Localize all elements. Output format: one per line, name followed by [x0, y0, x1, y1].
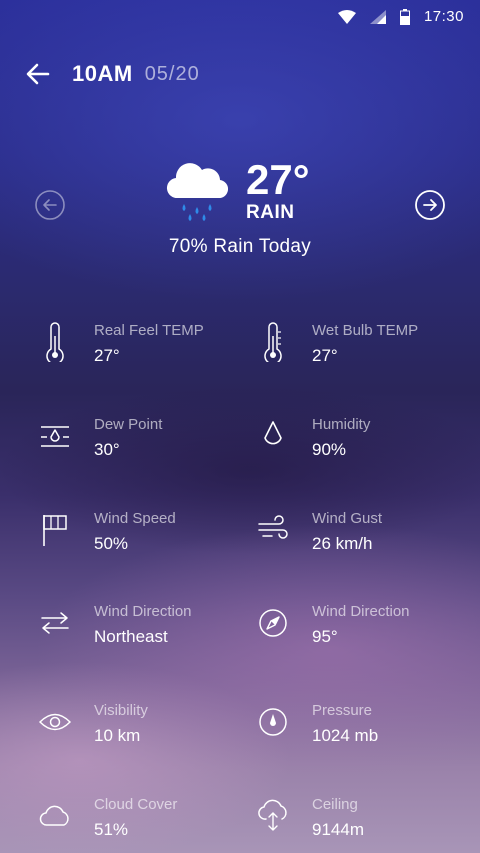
arrow-right-circle-icon	[415, 190, 445, 220]
detail-label: Cloud Cover	[94, 796, 178, 813]
detail-value: 1024 mb	[312, 726, 379, 745]
detail-value: 9144m	[312, 820, 364, 839]
eye-icon	[38, 700, 72, 744]
detail-label: Wind Direction	[312, 603, 410, 620]
detail-label: Dew Point	[94, 416, 163, 433]
detail-wind-speed: Wind Speed 50%	[38, 504, 258, 564]
current-temperature: 27°	[246, 156, 310, 203]
detail-wind-gust: Wind Gust 26 km/h	[256, 504, 476, 564]
detail-dew-point: Dew Point 30°	[38, 410, 258, 470]
detail-value: 30°	[94, 440, 120, 459]
detail-label: Wind Gust	[312, 510, 383, 527]
detail-wind-direction-text: Wind Direction Northeast	[38, 597, 258, 657]
detail-ceiling: Ceiling 9144m	[256, 790, 476, 850]
detail-cloud-cover: Cloud Cover 51%	[38, 790, 258, 850]
detail-label: Wet Bulb TEMP	[312, 322, 419, 339]
detail-value: 27°	[312, 346, 338, 365]
detail-pressure: Pressure 1024 mb	[256, 696, 476, 756]
detail-humidity: Humidity 90%	[256, 410, 476, 470]
cell-signal-icon	[369, 9, 386, 24]
thermometer-icon	[38, 320, 72, 364]
wifi-icon	[337, 9, 356, 24]
droplet-icon	[256, 414, 290, 458]
dew-point-icon	[38, 414, 72, 458]
detail-value: 95°	[312, 627, 338, 646]
pressure-icon	[256, 700, 290, 744]
detail-label: Humidity	[312, 416, 371, 433]
detail-label: Wind Direction	[94, 603, 192, 620]
detail-label: Ceiling	[312, 796, 358, 813]
windsock-icon	[38, 508, 72, 552]
detail-value: Northeast	[94, 627, 168, 646]
thermometer-icon	[256, 320, 290, 364]
detail-wind-direction-degrees: Wind Direction 95°	[256, 597, 476, 657]
header-time: 10AM	[72, 61, 133, 86]
ceiling-icon	[256, 794, 290, 838]
cloud-icon	[38, 794, 72, 838]
arrow-left-circle-icon	[35, 190, 65, 220]
detail-label: Real Feel TEMP	[94, 322, 204, 339]
header-date: 05/20	[144, 62, 200, 85]
back-button[interactable]	[24, 60, 52, 88]
detail-value: 51%	[94, 820, 129, 839]
detail-value: 50%	[94, 534, 129, 553]
next-hour-button[interactable]	[415, 190, 445, 220]
detail-label: Pressure	[312, 702, 373, 719]
status-time: 17:30	[423, 8, 464, 25]
detail-real-feel: Real Feel TEMP 27°	[38, 316, 258, 376]
battery-icon	[399, 8, 410, 25]
current-condition: RAIN	[246, 202, 295, 223]
previous-hour-button[interactable]	[35, 190, 65, 220]
detail-value: 10 km	[94, 726, 141, 745]
rain-chance: 70% Rain Today	[168, 236, 312, 257]
detail-visibility: Visibility 10 km	[38, 696, 258, 756]
rain-cloud-icon	[166, 158, 228, 224]
back-arrow-icon	[26, 63, 50, 85]
direction-arrows-icon	[38, 601, 72, 645]
detail-label: Visibility	[94, 702, 148, 719]
detail-value: 90%	[312, 440, 347, 459]
detail-value: 27°	[94, 346, 120, 365]
detail-wet-bulb: Wet Bulb TEMP 27°	[256, 316, 476, 376]
compass-icon	[256, 601, 290, 645]
current-conditions: 27° RAIN 70% Rain Today	[0, 150, 480, 270]
detail-value: 26 km/h	[312, 534, 373, 553]
wind-icon	[256, 508, 290, 552]
detail-label: Wind Speed	[94, 510, 176, 527]
header: 10AM 05/20	[24, 56, 456, 92]
status-bar: 17:30	[0, 0, 480, 34]
